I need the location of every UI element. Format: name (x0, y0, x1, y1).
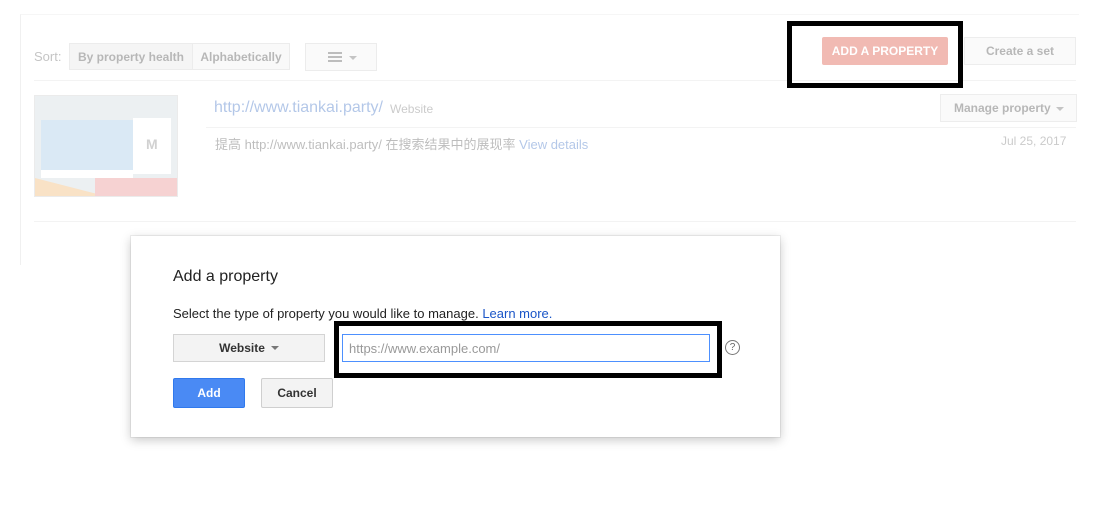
dialog-description-text: Select the type of property you would li… (173, 306, 479, 321)
thumbnail-letter: M (146, 136, 158, 152)
thumbnail-image (41, 120, 133, 170)
property-type-label: Website (390, 102, 434, 116)
thumbnail-strip (41, 170, 133, 178)
chevron-down-icon (349, 56, 357, 60)
dialog-description: Select the type of property you would li… (173, 306, 552, 321)
divider (206, 127, 1076, 128)
sort-label: Sort: (34, 49, 62, 64)
property-message: 提高 http://www.tiankai.party/ 在搜索结果中的展现率 … (215, 134, 588, 153)
stage: Sort: By property health Alphabetically … (0, 0, 1099, 523)
site-thumbnail[interactable]: M (34, 95, 178, 197)
cancel-button[interactable]: Cancel (261, 378, 333, 408)
property-date: Jul 25, 2017 (1001, 134, 1067, 148)
dialog-title: Add a property (173, 268, 278, 285)
property-type-select[interactable]: Website (173, 334, 325, 362)
manage-property-button[interactable]: Manage property (940, 94, 1077, 122)
create-set-button[interactable]: Create a set (964, 37, 1076, 65)
view-details-link[interactable]: View details (519, 137, 588, 152)
property-message-text: 提高 http://www.tiankai.party/ 在搜索结果中的展现率 (215, 137, 516, 152)
chevron-down-icon (1056, 107, 1064, 111)
divider (34, 80, 1076, 81)
property-type-select-label: Website (219, 341, 265, 355)
sort-alphabetically-button[interactable]: Alphabetically (192, 43, 290, 70)
add-button[interactable]: Add (173, 378, 245, 408)
add-property-button[interactable]: ADD A PROPERTY (822, 37, 948, 65)
chevron-down-icon (270, 345, 279, 350)
help-icon[interactable]: ? (725, 340, 740, 355)
learn-more-link[interactable]: Learn more. (482, 306, 552, 321)
thumbnail-shape (95, 178, 177, 196)
view-mode-dropdown[interactable] (305, 43, 377, 71)
property-url-input[interactable] (342, 334, 710, 362)
add-property-dialog: Add a property Select the type of proper… (131, 236, 780, 437)
list-view-icon (328, 52, 342, 63)
divider (34, 221, 1076, 222)
property-url-link[interactable]: http://www.tiankai.party/ (214, 99, 383, 117)
sort-by-health-button[interactable]: By property health (69, 43, 193, 70)
manage-property-label: Manage property (954, 101, 1051, 115)
